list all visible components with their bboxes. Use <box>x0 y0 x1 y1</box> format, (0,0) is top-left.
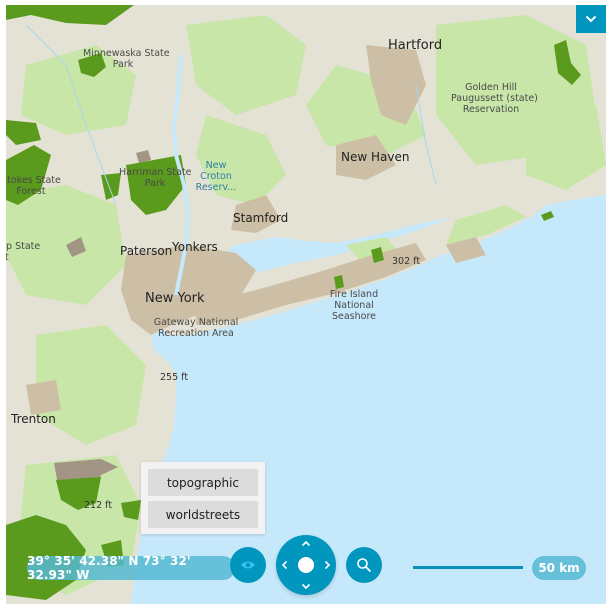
label-swartswood: pp State st <box>6 241 40 263</box>
search-button[interactable] <box>346 547 382 583</box>
label-stokes-line2: Forest <box>16 186 46 197</box>
recenter-button[interactable] <box>298 557 314 573</box>
toggle-basemaps-button[interactable] <box>230 547 266 583</box>
pan-down-icon[interactable] <box>301 583 311 590</box>
label-gateway: Gateway National Recreation Area <box>152 317 240 339</box>
coordinates-readout: 39° 35' 42.38" N 73° 32' 32.93" W <box>27 554 235 582</box>
label-harriman-line2: Park <box>144 178 166 189</box>
label-stokes: Stokes State Forest <box>6 175 62 197</box>
label-elevation-212: 212 ft <box>84 500 113 511</box>
pan-up-icon[interactable] <box>301 540 311 547</box>
label-golden-hill-line1: Golden Hill <box>465 82 517 93</box>
scale-bar <box>413 566 523 569</box>
chevron-down-icon <box>585 15 597 23</box>
label-gateway-line2: Recreation Area <box>158 328 234 339</box>
menu-toggle-button[interactable] <box>576 5 606 33</box>
label-fire-island-line3: Seashore <box>331 311 377 322</box>
label-paterson: Paterson <box>120 244 173 258</box>
label-swartswood-line2: st <box>6 252 9 263</box>
label-hartford: Hartford <box>388 38 443 53</box>
label-new-croton-line1: New <box>205 160 227 171</box>
label-harriman: Harriman State Park <box>119 167 192 189</box>
label-swartswood-line1: pp State <box>6 241 41 252</box>
label-yonkers: Yonkers <box>172 240 218 254</box>
label-new-york: New York <box>145 291 205 306</box>
label-elevation-255: 255 ft <box>160 372 189 383</box>
label-minnewaska: Minnewaska State Park <box>83 48 170 70</box>
label-golden-hill: Golden Hill Paugussett (state) Reservati… <box>451 82 538 115</box>
eye-icon <box>241 561 255 569</box>
scale-label: 50 km <box>532 556 586 580</box>
label-fire-island-line1: Fire Island <box>329 289 379 300</box>
label-new-croton: New Croton Reserv... <box>194 160 238 193</box>
label-minnewaska-line1: Minnewaska State <box>83 48 170 59</box>
basemap-switcher-panel: topographic worldstreets <box>141 462 265 534</box>
navigation-pad <box>276 535 336 595</box>
pan-right-icon[interactable] <box>324 560 331 570</box>
label-trenton: Trenton <box>11 412 56 426</box>
label-stamford: Stamford <box>233 211 289 225</box>
label-stokes-line1: Stokes State <box>6 175 61 186</box>
basemap-topographic-button[interactable]: topographic <box>148 469 258 496</box>
map-canvas[interactable]: Hartford Minnewaska State Park Golden Hi… <box>6 5 606 604</box>
label-golden-hill-line2: Paugussett (state) <box>451 93 538 104</box>
label-fire-island-line2: National <box>334 300 374 311</box>
label-new-croton-line3: Reserv... <box>195 182 237 193</box>
label-new-haven: New Haven <box>341 150 410 164</box>
label-golden-hill-line3: Reservation <box>462 104 520 115</box>
label-elevation-302: 302 ft <box>392 256 421 267</box>
label-harriman-line1: Harriman State <box>119 167 192 178</box>
label-fire-island: Fire Island National Seashore <box>316 289 392 322</box>
search-icon <box>357 558 372 573</box>
label-gateway-line1: Gateway National <box>153 317 239 328</box>
basemap-worldstreets-button[interactable]: worldstreets <box>148 501 258 528</box>
label-minnewaska-line2: Park <box>112 59 134 70</box>
pan-left-icon[interactable] <box>281 560 288 570</box>
label-new-croton-line2: Croton <box>200 171 232 182</box>
